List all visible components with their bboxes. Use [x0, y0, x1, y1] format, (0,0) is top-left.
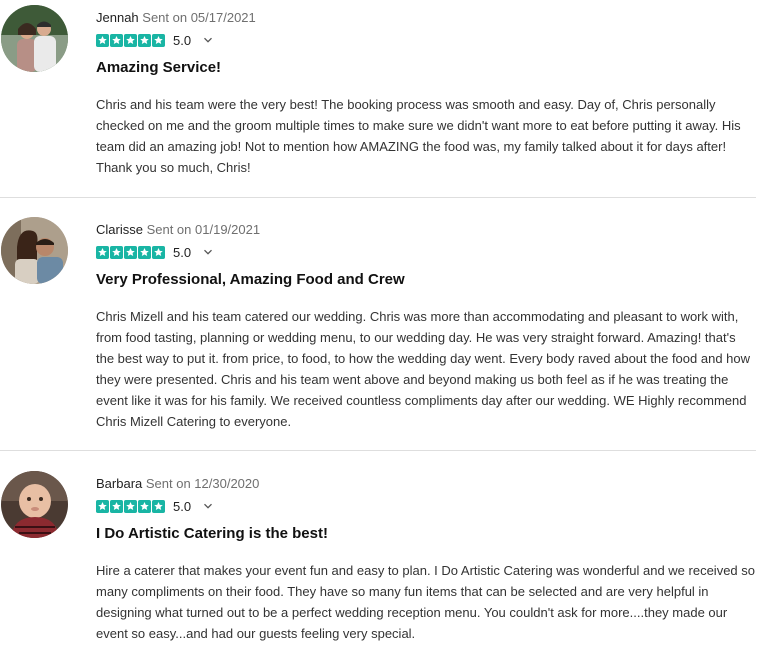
star-icon — [138, 245, 151, 259]
chevron-down-icon[interactable] — [203, 501, 213, 511]
star-icon — [152, 499, 165, 513]
rating: 5.0 — [96, 243, 213, 261]
sent-on-label: Sent on — [142, 476, 195, 491]
star-icon — [96, 33, 109, 47]
star-icon — [152, 33, 165, 47]
rating-stars — [96, 245, 165, 259]
review-item: Clarisse Sent on 01/19/2021 5.0 Very Pro… — [0, 198, 768, 450]
star-icon — [96, 499, 109, 513]
review-item: Jennah Sent on 05/17/2021 5.0 Amazing Se… — [0, 0, 768, 197]
rating-stars — [96, 499, 165, 513]
rating-score: 5.0 — [173, 498, 192, 514]
chevron-down-icon[interactable] — [203, 247, 213, 257]
rating: 5.0 — [96, 497, 213, 515]
star-icon — [96, 245, 109, 259]
avatar[interactable] — [1, 217, 68, 284]
chevron-down-icon[interactable] — [203, 35, 213, 45]
rating-score: 5.0 — [173, 32, 192, 48]
star-icon — [138, 499, 151, 513]
review-item: Barbara Sent on 12/30/2020 5.0 I Do Arti… — [0, 451, 768, 656]
star-icon — [124, 33, 137, 47]
star-icon — [152, 245, 165, 259]
avatar[interactable] — [1, 5, 68, 72]
star-icon — [110, 245, 123, 259]
review-title: Very Professional, Amazing Food and Crew — [96, 271, 405, 288]
sent-on-label: Sent on — [138, 10, 191, 25]
review-author: Barbara — [96, 476, 143, 491]
review-date: 05/17/2021 — [190, 10, 256, 25]
rating-stars — [96, 33, 165, 47]
review-date: 12/30/2020 — [194, 476, 260, 491]
star-icon — [124, 499, 137, 513]
rating-score: 5.0 — [173, 244, 192, 260]
avatar[interactable] — [1, 471, 68, 538]
review-title: Amazing Service! — [96, 59, 222, 76]
review-date: 01/19/2021 — [195, 222, 261, 237]
sent-on-label: Sent on — [142, 222, 196, 237]
star-icon — [124, 245, 137, 259]
star-icon — [138, 33, 151, 47]
review-body: Chris Mizell and his team catered our we… — [96, 309, 751, 429]
star-icon — [110, 33, 123, 47]
review-body: Chris and his team were the very best! T… — [96, 97, 741, 175]
review-title: I Do Artistic Catering is the best! — [96, 525, 328, 542]
review-author: Clarisse — [96, 222, 143, 237]
review-body: Hire a caterer that makes your event fun… — [96, 563, 756, 641]
review-author: Jennah — [96, 10, 139, 25]
star-icon — [110, 499, 123, 513]
rating: 5.0 — [96, 31, 213, 49]
